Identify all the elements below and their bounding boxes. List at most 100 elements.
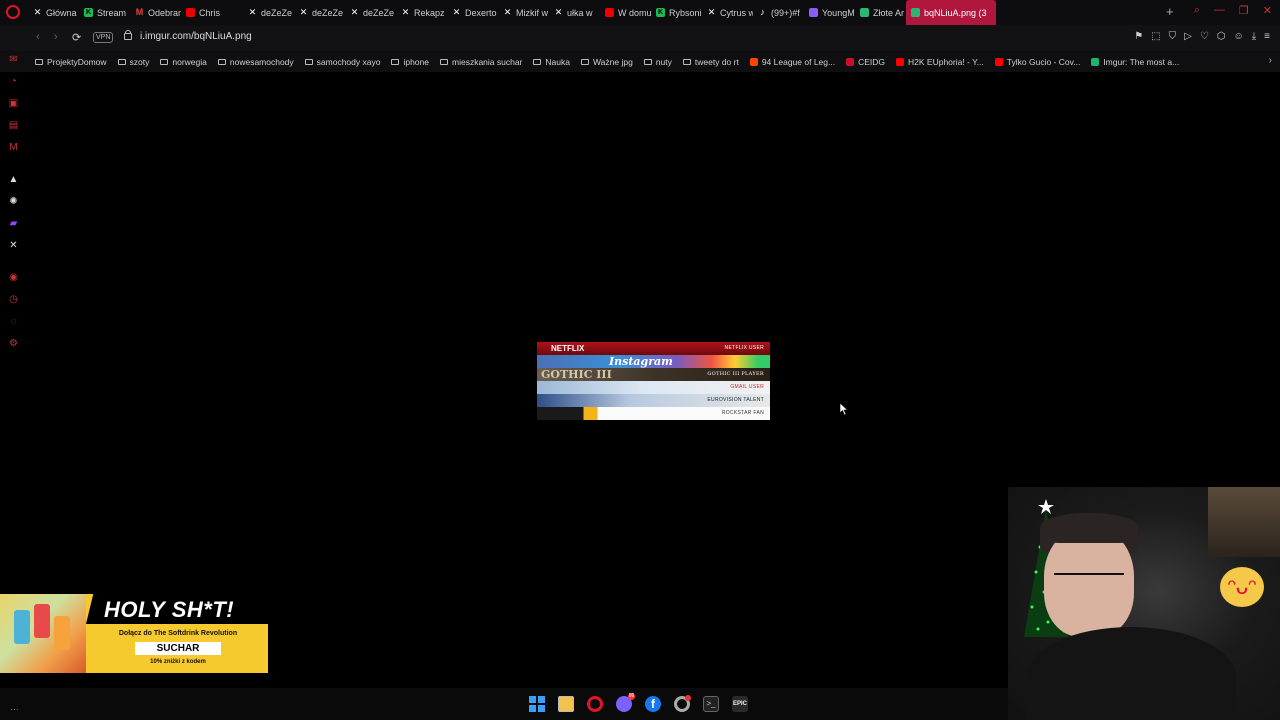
messenger-taskbar-icon[interactable]: 99 <box>616 693 635 712</box>
bookmark-label: szoty <box>129 56 150 67</box>
bookmark-item[interactable]: nowesamochody <box>217 57 294 67</box>
bookmark-item[interactable]: tweety do rt <box>682 57 739 67</box>
browser-tab[interactable]: M Odebran <box>130 0 181 25</box>
bookmark-item[interactable]: iphone <box>391 57 429 67</box>
browser-tab[interactable]: K Rybsoni <box>651 0 702 25</box>
bookmark-item[interactable]: CEIDG <box>846 57 885 67</box>
shield-icon[interactable]: ⛉ <box>1169 31 1177 42</box>
browser-tab[interactable]: ✕ deZeZe <box>243 0 294 25</box>
close-window-button[interactable]: ✕ <box>1263 4 1272 17</box>
reload-button[interactable]: ⟳ <box>72 31 81 44</box>
opera-menu-icon[interactable] <box>6 5 20 19</box>
strip-left-text: Instagram <box>609 355 673 368</box>
bookmark-item[interactable]: Imgur: The most a... <box>1091 57 1179 67</box>
forward-button[interactable]: › <box>54 31 58 43</box>
profile-icon[interactable]: ☺ <box>1234 31 1244 42</box>
bookmark-label: samochody xayo <box>316 56 381 67</box>
strip-right-text: GMAIL USER <box>730 384 764 390</box>
clock-sidebar-icon[interactable]: ◷ <box>8 294 19 305</box>
browser-tab[interactable]: ✕ Cytrus w <box>702 0 753 25</box>
messenger-sidebar-icon[interactable]: ✉ <box>8 54 19 65</box>
site-favicon-icon <box>749 57 758 66</box>
chatgpt-sidebar-icon[interactable]: ✺ <box>8 196 19 207</box>
bookmark-item[interactable]: szoty <box>117 56 150 67</box>
chrome-taskbar-icon[interactable] <box>674 695 691 712</box>
browser-tab[interactable]: ♪ (99+)#f <box>753 0 804 25</box>
epic-games-taskbar-icon[interactable]: EPIC <box>732 696 748 712</box>
taskbar-dots-icon: … <box>10 702 19 712</box>
browser-tab[interactable]: bqNLiuA.png (3 <box>906 0 996 25</box>
image-strip: Instagram <box>537 355 770 368</box>
browser-tab[interactable]: ✕ deZeZe <box>345 0 396 25</box>
tab-label: Cytrus w <box>720 7 753 18</box>
tab-label: (99+)#f <box>771 7 800 18</box>
image-strip: GOTHIC III GOTHIC III PLAYER <box>537 368 770 381</box>
bookmark-item[interactable]: samochody xayo <box>304 56 381 67</box>
maximize-button[interactable]: ❐ <box>1239 4 1249 17</box>
bookmark-item[interactable]: norwegia <box>160 57 207 67</box>
player-sidebar-icon[interactable]: ◉ <box>8 272 19 283</box>
bookmark-item[interactable]: Tylko Gucio - Cov... <box>994 57 1080 67</box>
snapshot-icon[interactable]: ⬚ <box>1151 31 1160 42</box>
folder-icon <box>682 58 691 65</box>
browser-tab[interactable]: Chris <box>181 0 243 25</box>
x-logo-icon: ✕ <box>707 7 716 17</box>
bookmark-item[interactable]: ProjektyDomow <box>35 57 107 67</box>
gmail-sidebar-icon[interactable]: M <box>8 142 19 153</box>
download-icon[interactable]: ⤓ <box>1252 31 1256 42</box>
file-explorer-icon[interactable] <box>558 696 574 712</box>
back-button[interactable]: ‹ <box>36 31 40 43</box>
browser-tab[interactable]: ✕ Dexerto <box>447 0 498 25</box>
sheets-logo-icon <box>860 8 869 17</box>
tab-label: bqNLiuA.png (3 <box>924 7 987 18</box>
bookmark-item[interactable]: nuty <box>643 57 672 67</box>
can-image <box>54 616 70 650</box>
wallet-sidebar-icon[interactable]: ▣ <box>8 98 19 109</box>
browser-tab[interactable]: W domu <box>600 0 651 25</box>
browser-tab[interactable]: K Stream <box>79 0 130 25</box>
facebook-taskbar-icon[interactable]: f <box>645 696 661 712</box>
browser-tab[interactable]: ✕ ułka w <box>549 0 600 25</box>
viewed-image[interactable]: NETFLIX NETFLIX USER Instagram GOTHIC III… <box>537 342 770 420</box>
url-field[interactable]: i.imgur.com/bqNLiuA.png <box>140 31 252 42</box>
vpn-badge[interactable]: VPN <box>93 32 114 43</box>
bookmarks-more-icon[interactable]: › <box>1269 55 1272 66</box>
browser-tab[interactable]: ✕ Główna <box>28 0 79 25</box>
emoji-sticker: ᵔᴗᵔ <box>1220 567 1264 607</box>
aria-sidebar-icon[interactable]: ▲ <box>8 174 19 185</box>
x-sidebar-icon[interactable]: ✕ <box>8 240 19 251</box>
shelf-background <box>1208 487 1280 557</box>
x-logo-icon: ✕ <box>248 7 257 17</box>
lock-icon[interactable] <box>124 30 132 40</box>
opera-taskbar-icon[interactable] <box>587 696 603 712</box>
terminal-taskbar-icon[interactable]: >_ <box>703 696 719 712</box>
browser-tab[interactable]: Złote Ar <box>855 0 906 25</box>
bookmark-item[interactable]: mieszkania suchar <box>440 57 522 67</box>
drink-cans-image <box>0 594 86 673</box>
bookmark-item[interactable]: H2K EUphoria! - Y... <box>896 57 984 67</box>
search-tabs-icon[interactable]: ⌕ <box>1194 4 1200 17</box>
browser-tab[interactable]: YoungM <box>804 0 855 25</box>
bookmark-icon[interactable]: ⚑ <box>1134 31 1143 42</box>
settings-sidebar-icon[interactable]: ⚙ <box>8 338 19 349</box>
site-favicon-icon <box>896 57 905 66</box>
player-icon[interactable]: ▷ <box>1184 31 1192 42</box>
heart-icon[interactable]: ♡ <box>1200 31 1209 42</box>
browser-tab[interactable]: ✕ Rekapz <box>396 0 447 25</box>
new-tab-button[interactable]: + <box>1166 4 1174 19</box>
bookmark-item[interactable]: Ważne jpg <box>580 57 633 67</box>
minimize-button[interactable]: — <box>1214 4 1225 17</box>
history-sidebar-icon[interactable]: ◔ <box>8 76 19 87</box>
pinboard-sidebar-icon[interactable]: ◌ <box>8 316 19 327</box>
chat-sidebar-icon[interactable]: ▤ <box>8 120 19 131</box>
extensions-icon[interactable]: ⬡ <box>1217 31 1226 42</box>
twitch-sidebar-icon[interactable]: ▰ <box>8 218 19 229</box>
browser-tab[interactable]: ✕ deZeZe <box>294 0 345 25</box>
browser-tab[interactable]: ✕ Mizkif w <box>498 0 549 25</box>
bookmark-item[interactable]: 94 League of Leg... <box>749 57 835 67</box>
menu-icon[interactable]: ≡ <box>1264 31 1270 42</box>
start-icon[interactable] <box>529 696 545 712</box>
bookmark-item[interactable]: Nauka <box>533 57 570 67</box>
strip-right-text: ROCKSTAR FAN <box>721 410 764 416</box>
folder-icon <box>304 58 313 65</box>
